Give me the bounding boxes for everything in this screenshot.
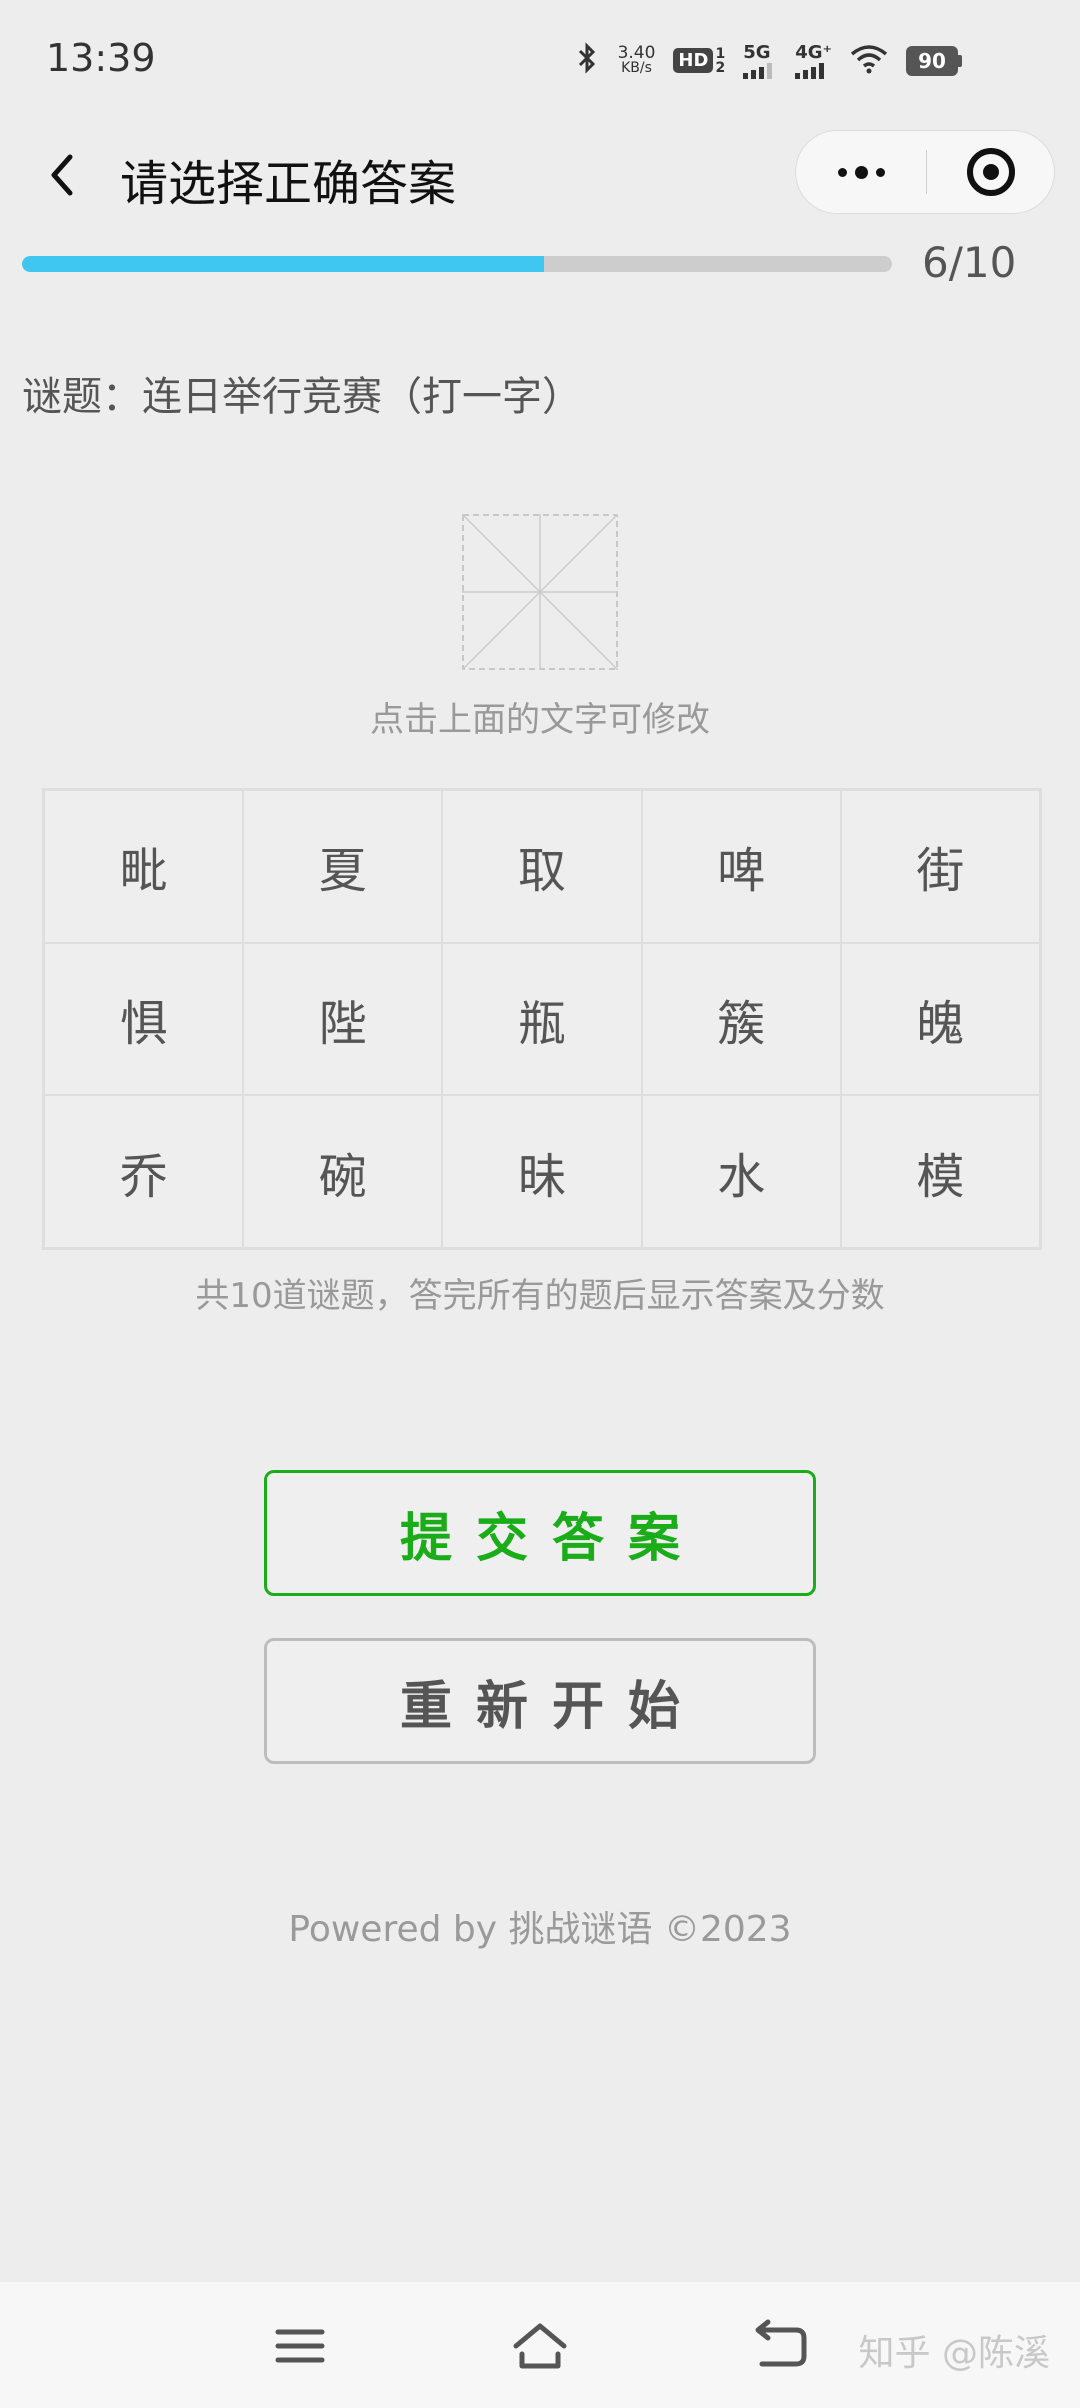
home-icon[interactable] [510, 2316, 570, 2376]
target-ring [966, 148, 1015, 196]
signal-4g-label: 4G⁺ [795, 42, 832, 63]
char-option[interactable]: 瓶 [442, 942, 642, 1096]
nav-bar: 请选择正确答案 [0, 120, 1080, 230]
char-option[interactable]: 啤 [641, 790, 841, 943]
hd-label: HD [673, 48, 714, 73]
more-dot [854, 165, 868, 179]
answer-hint: 点击上面的文字可修改 [370, 700, 710, 740]
status-time: 13:39 [46, 36, 156, 80]
char-option[interactable]: 模 [840, 1095, 1040, 1248]
bluetooth-icon [574, 42, 600, 79]
progress-fill [22, 256, 544, 272]
character-grid: 毗 夏 取 啤 街 惧 陛 瓶 簇 魄 乔 碗 昧 水 模 [42, 788, 1042, 1250]
char-option[interactable]: 陛 [243, 942, 443, 1096]
system-nav-bar: 知乎 @陈溪 [0, 2282, 1080, 2408]
more-dot [875, 167, 885, 177]
char-option[interactable]: 簇 [641, 942, 841, 1096]
riddle-text: 谜题：连日举行竞赛（打一字） [22, 374, 582, 420]
watermark: 知乎 @陈溪 [858, 2333, 1050, 2374]
hd-icon: HD 1 2 [673, 47, 725, 75]
char-option[interactable]: 乔 [44, 1095, 244, 1248]
battery-icon: 90 [906, 45, 962, 76]
signal-5g-label: 5G [743, 42, 771, 63]
grid-guide-icon [461, 513, 619, 671]
char-option[interactable]: 街 [840, 790, 1040, 943]
char-option[interactable]: 昧 [442, 1095, 642, 1248]
wifi-icon [850, 44, 888, 78]
submit-answer-button[interactable]: 提交答案 [264, 1470, 816, 1596]
mini-program-capsule [795, 130, 1055, 214]
char-option[interactable]: 惧 [44, 942, 244, 1096]
char-option[interactable]: 毗 [44, 790, 244, 943]
progress-bar [22, 256, 892, 272]
page-title: 请选择正确答案 [120, 156, 457, 212]
sim-slot-label: 1 2 [715, 45, 726, 76]
char-option[interactable]: 夏 [243, 790, 443, 943]
battery-tip [958, 54, 962, 67]
network-speed-unit: KB/s [621, 59, 652, 76]
char-option[interactable]: 水 [641, 1095, 841, 1248]
char-option[interactable]: 魄 [840, 942, 1040, 1096]
char-option[interactable]: 碗 [243, 1095, 443, 1248]
close-target-icon[interactable] [927, 131, 1054, 213]
status-icons: 3.40 KB/s HD 1 2 5G 4G⁺ 90 [574, 42, 962, 79]
battery-level: 90 [906, 45, 958, 76]
signal-4g-icon: 4G⁺ [795, 42, 832, 79]
status-bar: 13:39 3.40 KB/s HD 1 2 5G 4G⁺ 90 [0, 0, 1080, 120]
restart-button[interactable]: 重新开始 [264, 1638, 816, 1764]
answer-box[interactable] [461, 513, 619, 671]
powered-by-footer: Powered by 挑战谜语 ©2023 [288, 1909, 792, 1950]
menu-icon[interactable] [270, 2316, 330, 2376]
back-icon[interactable] [750, 2316, 810, 2376]
signal-5g-icon: 5G [743, 42, 777, 79]
back-arrow-icon[interactable] [40, 145, 90, 205]
network-speed: 3.40 KB/s [617, 42, 656, 76]
char-option[interactable]: 取 [442, 790, 642, 943]
more-dot [837, 167, 847, 177]
more-dots-icon[interactable] [796, 131, 926, 213]
quiz-note: 共10道谜题，答完所有的题后显示答案及分数 [195, 1276, 885, 1316]
progress-label: 6/10 [922, 238, 1017, 287]
network-speed-value: 3.40 [617, 42, 656, 63]
target-dot [982, 164, 999, 180]
